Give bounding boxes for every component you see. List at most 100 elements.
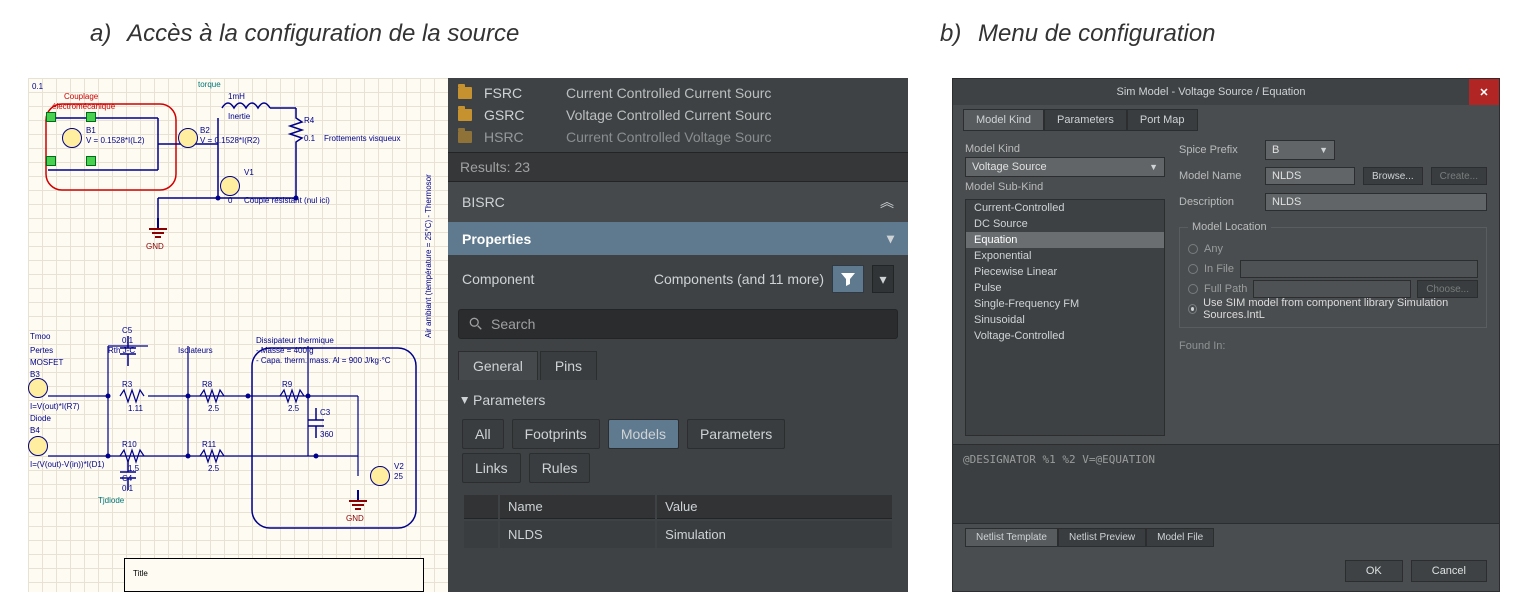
source-b2[interactable] xyxy=(178,128,198,148)
title-placeholder: Title xyxy=(133,569,148,578)
loc-radio-infile[interactable]: In File xyxy=(1188,259,1478,279)
library-list: FSRC Current Controlled Current Sourc GS… xyxy=(448,78,908,152)
chevron-down-icon: ▾ xyxy=(879,271,886,288)
tab-port-map[interactable]: Port Map xyxy=(1127,109,1198,131)
v2-value: 25 xyxy=(394,472,403,481)
model-location-label: Model Location xyxy=(1188,221,1271,233)
search-input[interactable]: Search xyxy=(458,309,898,339)
col-value[interactable]: Value xyxy=(657,495,892,519)
subkind-item[interactable]: Voltage-Controlled xyxy=(966,328,1164,344)
r8-name: R8 xyxy=(202,380,212,389)
dialog-right-column: Spice Prefix B ▼ Model Name NLDS Browse.… xyxy=(1179,139,1487,436)
pill-all[interactable]: All xyxy=(462,419,504,449)
radio-icon xyxy=(1188,264,1198,274)
loc-infile-label: In File xyxy=(1204,263,1234,275)
cancel-button[interactable]: Cancel xyxy=(1411,560,1487,582)
close-button[interactable]: ✕ xyxy=(1469,79,1499,105)
tab-pins[interactable]: Pins xyxy=(540,351,597,380)
collapse-icon: ︽ xyxy=(880,192,894,212)
caption-a-text: Accès à la configuration de la source xyxy=(127,20,519,47)
chevron-down-icon: ▼ xyxy=(1319,145,1328,155)
model-name-value: NLDS xyxy=(1272,170,1301,182)
r11-value: 2.5 xyxy=(208,464,219,473)
use-sim-label: Use SIM model from component library Sim… xyxy=(1203,297,1478,321)
r10-name: R10 xyxy=(122,440,137,449)
pill-links[interactable]: Links xyxy=(462,453,521,483)
parameters-title[interactable]: Parameters xyxy=(462,392,894,409)
tab-general[interactable]: General xyxy=(458,351,538,380)
sel-handle[interactable] xyxy=(46,156,56,166)
fullpath-field[interactable] xyxy=(1253,280,1411,298)
tab-model-kind[interactable]: Model Kind xyxy=(963,109,1044,131)
spice-prefix-combo[interactable]: B ▼ xyxy=(1265,140,1335,160)
model-name-field[interactable]: NLDS xyxy=(1265,167,1355,185)
tab-netlist-preview[interactable]: Netlist Preview xyxy=(1058,528,1146,547)
subkind-item[interactable]: Pulse xyxy=(966,280,1164,296)
r8-value: 2.5 xyxy=(208,404,219,413)
caption-b-text: Menu de configuration xyxy=(978,20,1216,47)
lib-row-fsrc[interactable]: FSRC Current Controlled Current Sourc xyxy=(458,82,898,104)
tab-parameters[interactable]: Parameters xyxy=(1044,109,1127,131)
search-placeholder: Search xyxy=(491,316,535,332)
pill-parameters[interactable]: Parameters xyxy=(687,419,785,449)
description-field[interactable]: NLDS xyxy=(1265,193,1487,211)
properties-header[interactable]: Properties ▾ xyxy=(448,222,908,255)
netlist-template-area[interactable]: @DESIGNATOR %1 %2 V=@EQUATION xyxy=(953,444,1499,524)
source-b1[interactable] xyxy=(62,128,82,148)
subkind-item[interactable]: Current-Controlled xyxy=(966,200,1164,216)
inertia-value: 1mH xyxy=(228,92,245,101)
subkind-item[interactable]: Piecewise Linear xyxy=(966,264,1164,280)
dialog-left-column: Model Kind Voltage Source ▼ Model Sub-Ki… xyxy=(965,139,1165,436)
tab-netlist-template[interactable]: Netlist Template xyxy=(965,528,1058,547)
browse-button[interactable]: Browse... xyxy=(1363,167,1423,185)
choose-button[interactable]: Choose... xyxy=(1417,280,1478,298)
subkind-item[interactable]: DC Source xyxy=(966,216,1164,232)
diss-capa: - Capa. therm. mass. Al = 900 J/kg·°C xyxy=(256,356,391,365)
subkind-item[interactable]: Single-Frequency FM xyxy=(966,296,1164,312)
source-v2[interactable] xyxy=(370,466,390,486)
sel-handle[interactable] xyxy=(86,112,96,122)
left-block: 0.1 Couplage électromécanique torque B1 … xyxy=(28,78,908,592)
ok-button[interactable]: OK xyxy=(1345,560,1403,582)
sel-handle[interactable] xyxy=(46,112,56,122)
col-name[interactable]: Name xyxy=(500,495,655,519)
subkind-item-selected[interactable]: Equation xyxy=(966,232,1164,248)
loc-radio-any[interactable]: Any xyxy=(1188,239,1478,259)
lib-desc: Voltage Controlled Current Sourc xyxy=(566,107,898,123)
gnd2-label: GND xyxy=(346,514,364,523)
cell-value: Simulation xyxy=(657,521,892,548)
pill-rules[interactable]: Rules xyxy=(529,453,591,483)
filter-dropdown-button[interactable]: ▾ xyxy=(872,265,894,293)
tab-model-file[interactable]: Model File xyxy=(1146,528,1214,547)
lib-row-gsrc[interactable]: GSRC Voltage Controlled Current Sourc xyxy=(458,104,898,126)
subkind-item[interactable]: Exponential xyxy=(966,248,1164,264)
b1-value: V = 0.1528*I(L2) xyxy=(86,136,144,145)
source-v1[interactable] xyxy=(220,176,240,196)
create-button[interactable]: Create... xyxy=(1431,167,1487,185)
r11-name: R11 xyxy=(202,440,216,449)
source-b3[interactable] xyxy=(28,378,48,398)
b4-expr: I=(V(out)-V(in))*I(D1) xyxy=(30,460,104,469)
schematic-canvas[interactable]: 0.1 Couplage électromécanique torque B1 … xyxy=(28,78,448,592)
section-header-bisrc[interactable]: BISRC ︽ xyxy=(448,182,908,222)
sim-model-dialog: Sim Model - Voltage Source / Equation ✕ … xyxy=(952,78,1500,592)
model-subkind-label: Model Sub-Kind xyxy=(965,181,1165,193)
source-b4[interactable] xyxy=(28,436,48,456)
model-subkind-list[interactable]: Current-Controlled DC Source Equation Ex… xyxy=(965,199,1165,436)
iso-label: Isolateurs xyxy=(178,346,213,355)
loc-radio-fullpath[interactable]: Full PathChoose... xyxy=(1188,279,1478,299)
dialog-titlebar[interactable]: Sim Model - Voltage Source / Equation ✕ xyxy=(953,79,1499,105)
model-kind-combo[interactable]: Voltage Source ▼ xyxy=(965,157,1165,177)
loc-radio-uselib[interactable]: Use SIM model from component library Sim… xyxy=(1188,299,1478,319)
subkind-item[interactable]: Sinusoidal xyxy=(966,312,1164,328)
torque-label: torque xyxy=(198,80,221,89)
pill-footprints[interactable]: Footprints xyxy=(512,419,600,449)
b1-name: B1 xyxy=(86,126,96,135)
lib-desc: Current Controlled Current Sourc xyxy=(566,85,898,101)
infile-path-field[interactable] xyxy=(1240,260,1478,278)
lib-row-hsrc[interactable]: HSRC Current Controlled Voltage Sourc xyxy=(458,126,898,148)
table-row[interactable]: NLDS Simulation xyxy=(464,521,892,548)
filter-button[interactable] xyxy=(832,265,864,293)
sel-handle[interactable] xyxy=(86,156,96,166)
pill-models[interactable]: Models xyxy=(608,419,679,449)
